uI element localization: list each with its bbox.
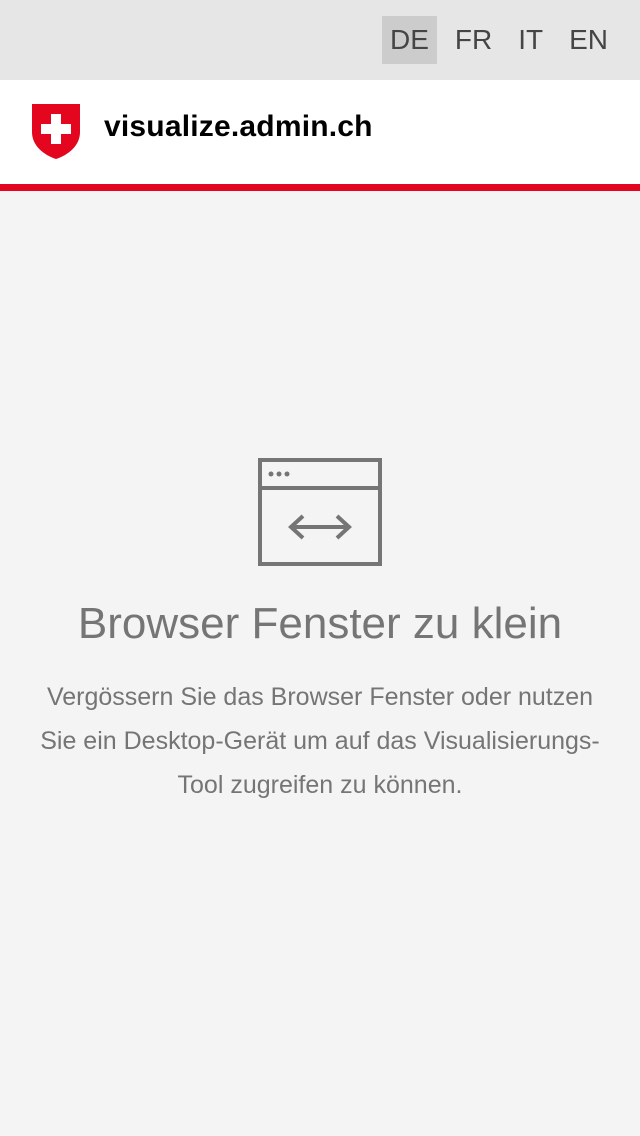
language-switcher: DE FR IT EN: [381, 16, 616, 64]
language-it-button[interactable]: IT: [510, 16, 551, 64]
language-en-button[interactable]: EN: [561, 16, 616, 64]
browser-window-resize-icon: [258, 458, 382, 566]
swiss-cross-shield-icon[interactable]: [30, 102, 82, 160]
main-content: Browser Fenster zu klein Vergössern Sie …: [0, 191, 640, 1136]
error-title: Browser Fenster zu klein: [77, 599, 563, 648]
site-header: visualize.admin.ch: [0, 80, 640, 191]
language-de-button[interactable]: DE: [381, 16, 437, 64]
site-title[interactable]: visualize.admin.ch: [104, 110, 373, 144]
language-bar: DE FR IT EN: [0, 0, 640, 80]
language-fr-button[interactable]: FR: [447, 16, 500, 64]
error-description: Vergössern Sie das Browser Fenster oder …: [40, 683, 600, 799]
